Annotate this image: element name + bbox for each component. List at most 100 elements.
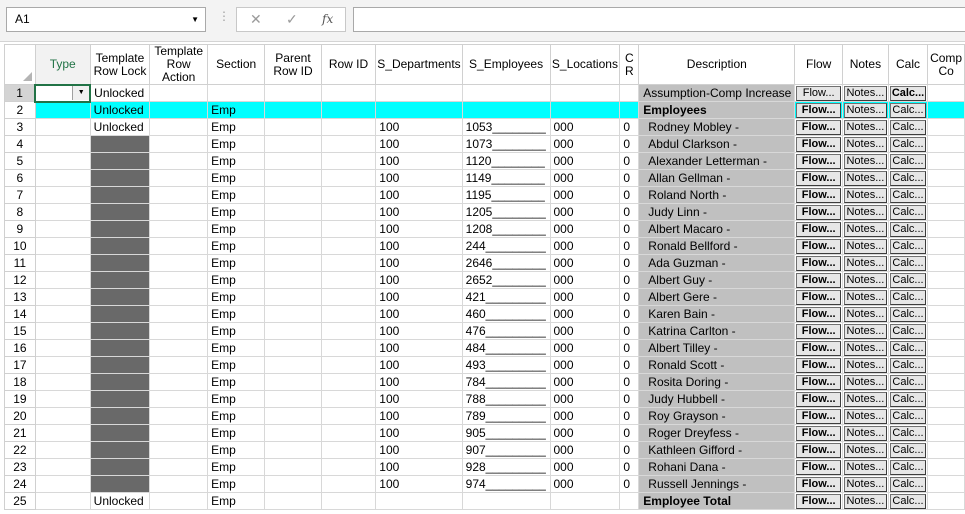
departments-cell[interactable]: 100	[375, 254, 463, 272]
column-header[interactable]: Parent Row ID	[264, 44, 322, 85]
row-action-cell[interactable]	[149, 254, 209, 272]
section-cell[interactable]: Emp	[207, 152, 266, 170]
row-lock-cell[interactable]	[89, 271, 151, 289]
description-cell[interactable]: Karen Bain -	[638, 305, 796, 323]
row-id-cell[interactable]	[320, 118, 377, 136]
locations-cell[interactable]: 000	[549, 441, 621, 459]
description-cell[interactable]: Rodney Mobley -	[638, 118, 796, 136]
select-all-icon[interactable]	[22, 72, 32, 81]
row-id-cell[interactable]	[320, 169, 377, 187]
calc-button[interactable]: Calc...	[889, 221, 927, 237]
row-action-cell[interactable]	[149, 288, 209, 306]
row-action-cell[interactable]	[149, 356, 209, 374]
flow-button[interactable]: Flow...	[796, 85, 841, 101]
description-cell[interactable]: Albert Tilley -	[638, 339, 796, 357]
employees-cell[interactable]: 1195________	[461, 186, 551, 204]
notes-button[interactable]: Notes...	[844, 476, 887, 492]
flow-button[interactable]: Flow...	[796, 306, 841, 322]
parent-row-id-cell[interactable]	[264, 441, 322, 459]
type-cell[interactable]	[34, 407, 91, 425]
parent-row-id-cell[interactable]	[264, 475, 322, 493]
flow-button[interactable]: Flow...	[796, 272, 841, 288]
notes-button[interactable]: Notes...	[844, 340, 887, 356]
employees-cell[interactable]: 1073________	[461, 135, 551, 153]
row-header[interactable]: 11	[4, 254, 36, 272]
row-lock-cell[interactable]: Unlocked	[89, 118, 151, 136]
departments-cell[interactable]	[375, 101, 463, 119]
description-cell[interactable]: Assumption-Comp Increase	[638, 84, 796, 102]
notes-button[interactable]: Notes...	[844, 238, 887, 254]
row-header[interactable]: 23	[4, 458, 36, 476]
formula-input[interactable]	[353, 7, 965, 32]
comp-co-cell[interactable]	[927, 118, 965, 136]
row-action-cell[interactable]	[149, 220, 209, 238]
type-cell[interactable]	[34, 135, 91, 153]
parent-row-id-cell[interactable]	[264, 424, 322, 442]
parent-row-id-cell[interactable]	[264, 288, 322, 306]
row-action-cell[interactable]	[149, 118, 209, 136]
section-cell[interactable]: Emp	[207, 118, 266, 136]
row-id-cell[interactable]	[320, 186, 377, 204]
notes-button[interactable]: Notes...	[844, 442, 887, 458]
section-cell[interactable]: Emp	[207, 424, 266, 442]
row-action-cell[interactable]	[149, 271, 209, 289]
flow-button[interactable]: Flow...	[796, 255, 841, 271]
calc-button[interactable]: Calc...	[889, 85, 927, 101]
calc-button[interactable]: Calc...	[889, 476, 927, 492]
parent-row-id-cell[interactable]	[264, 254, 322, 272]
employees-cell[interactable]: 1208________	[461, 220, 551, 238]
locations-cell[interactable]: 000	[549, 220, 621, 238]
row-action-cell[interactable]	[149, 441, 209, 459]
employees-cell[interactable]: 2646________	[461, 254, 551, 272]
row-header[interactable]: 17	[4, 356, 36, 374]
type-cell[interactable]	[34, 169, 91, 187]
type-cell[interactable]	[34, 390, 91, 408]
type-cell[interactable]	[34, 271, 91, 289]
notes-button[interactable]: Notes...	[844, 221, 887, 237]
column-header[interactable]: S_Locations	[549, 44, 621, 85]
row-id-cell[interactable]	[320, 339, 377, 357]
description-cell[interactable]: Employee Total	[638, 492, 796, 510]
row-lock-cell[interactable]	[89, 373, 151, 391]
locations-cell[interactable]: 000	[549, 390, 621, 408]
row-id-cell[interactable]	[320, 424, 377, 442]
locations-cell[interactable]: 000	[549, 305, 621, 323]
type-cell[interactable]	[34, 203, 91, 221]
section-cell[interactable]: Emp	[207, 475, 266, 493]
locations-cell[interactable]: 000	[549, 475, 621, 493]
calc-button[interactable]: Calc...	[889, 289, 927, 305]
parent-row-id-cell[interactable]	[264, 390, 322, 408]
comp-co-cell[interactable]	[927, 475, 965, 493]
description-cell[interactable]: Rohani Dana -	[638, 458, 796, 476]
employees-cell[interactable]: 476_________	[461, 322, 551, 340]
row-lock-cell[interactable]	[89, 288, 151, 306]
flow-button[interactable]: Flow...	[796, 136, 841, 152]
calc-button[interactable]: Calc...	[889, 425, 927, 441]
notes-button[interactable]: Notes...	[844, 425, 887, 441]
description-cell[interactable]: Albert Gere -	[638, 288, 796, 306]
cr-cell[interactable]	[619, 492, 640, 510]
fill-handle[interactable]	[88, 100, 90, 102]
cr-cell[interactable]: 0	[619, 475, 640, 493]
comp-co-cell[interactable]	[927, 237, 965, 255]
locations-cell[interactable]: 000	[549, 322, 621, 340]
row-lock-cell[interactable]	[89, 356, 151, 374]
locations-cell[interactable]: 000	[549, 373, 621, 391]
departments-cell[interactable]: 100	[375, 424, 463, 442]
calc-button[interactable]: Calc...	[889, 357, 927, 373]
notes-button[interactable]: Notes...	[844, 493, 887, 509]
row-id-cell[interactable]	[320, 237, 377, 255]
departments-cell[interactable]: 100	[375, 390, 463, 408]
row-action-cell[interactable]	[149, 373, 209, 391]
employees-cell[interactable]: 484_________	[461, 339, 551, 357]
flow-button[interactable]: Flow...	[796, 442, 841, 458]
employees-cell[interactable]: 1053________	[461, 118, 551, 136]
cr-cell[interactable]: 0	[619, 288, 640, 306]
flow-button[interactable]: Flow...	[796, 459, 841, 475]
comp-co-cell[interactable]	[927, 441, 965, 459]
row-lock-cell[interactable]	[89, 322, 151, 340]
column-header[interactable]: S_Employees	[461, 44, 551, 85]
row-header[interactable]: 8	[4, 203, 36, 221]
employees-cell[interactable]: 1149________	[461, 169, 551, 187]
comp-co-cell[interactable]	[927, 339, 965, 357]
